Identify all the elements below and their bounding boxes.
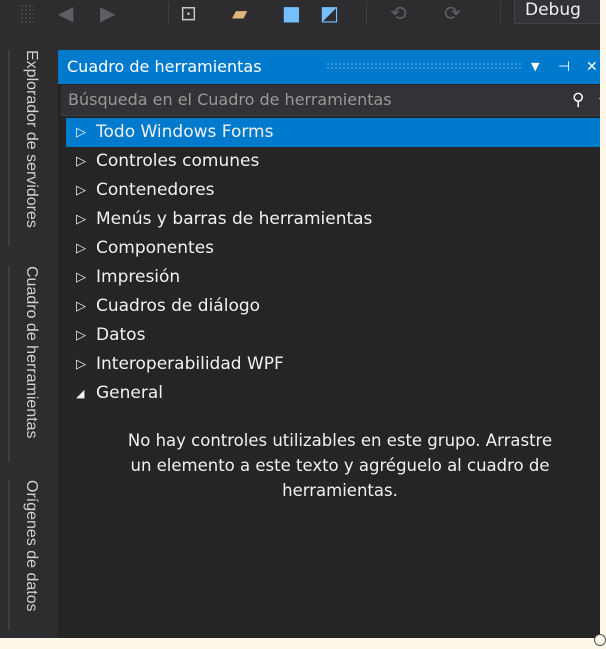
title-bar-grip (326, 62, 522, 70)
group-label: Datos (96, 325, 146, 345)
side-tab-label: Explorador de servidores (23, 50, 40, 228)
expand-arrow-icon[interactable]: ▷ (76, 147, 86, 176)
side-tab-label: Cuadro de herramientas (23, 266, 40, 439)
back-icon[interactable]: ◀ (58, 2, 73, 24)
side-tab-indicator (8, 50, 10, 246)
toolbar-separator (168, 2, 169, 24)
empty-message-line: herramientas. (282, 481, 398, 500)
expand-arrow-icon[interactable]: ▷ (76, 205, 86, 234)
toolbar-grip[interactable] (20, 4, 34, 24)
side-tab-toolbox[interactable]: Cuadro de herramientas (0, 266, 54, 462)
toolbox-group-printing[interactable]: ▷ Impresión (66, 263, 600, 292)
toolbox-group-menus-toolbars[interactable]: ▷ Menús y barras de herramientas (66, 205, 600, 234)
expand-arrow-icon[interactable]: ▷ (76, 176, 86, 205)
toolbox-group-all-windows-forms[interactable]: ▷ Todo Windows Forms (66, 118, 600, 147)
expand-arrow-icon[interactable]: ▷ (76, 118, 86, 147)
open-folder-icon[interactable]: ▰ (232, 2, 247, 24)
expand-arrow-icon[interactable]: ▷ (76, 292, 86, 321)
group-label: Menús y barras de herramientas (96, 209, 373, 229)
side-tab-indicator (8, 266, 10, 462)
toolbox-group-components[interactable]: ▷ Componentes (66, 234, 600, 263)
toolbar-separator (366, 2, 367, 24)
ide-window: ◀ ▶ ⊡ ▰ ■ ◩ ⟲ ⟳ Debug Explorador de serv… (0, 0, 600, 638)
new-item-icon[interactable]: ⊡ (180, 2, 197, 24)
toolbox-group-general[interactable]: ◢ General (66, 379, 600, 408)
group-label: Cuadros de diálogo (96, 296, 261, 316)
expand-arrow-icon[interactable]: ▷ (76, 321, 86, 350)
empty-message-line: un elemento a este texto y agréguelo al … (130, 456, 550, 475)
configuration-value: Debug (525, 0, 581, 20)
toolbox-search-box[interactable]: Búsqueda en el Cuadro de herramientas ⚲ … (61, 85, 600, 116)
group-label: Contenedores (96, 180, 215, 200)
search-input[interactable]: Búsqueda en el Cuadro de herramientas (68, 85, 392, 115)
toolbox-panel: Cuadro de herramientas ▼ ⊣ ✕ Búsqueda en… (58, 50, 600, 638)
toolbox-group-common-controls[interactable]: ▷ Controles comunes (66, 147, 600, 176)
save-all-icon[interactable]: ◩ (320, 2, 339, 24)
forward-icon[interactable]: ▶ (100, 2, 115, 24)
dropdown-icon[interactable]: ▼ (531, 50, 539, 84)
empty-group-message[interactable]: No hay controles utilizables en este gru… (58, 428, 600, 503)
expand-arrow-icon[interactable]: ▷ (76, 234, 86, 263)
panel-title-bar[interactable]: Cuadro de herramientas ▼ ⊣ ✕ (58, 50, 600, 84)
group-label: General (96, 383, 163, 403)
save-icon[interactable]: ■ (282, 2, 301, 24)
undo-icon[interactable]: ⟲ (390, 2, 407, 24)
group-label: Controles comunes (96, 151, 260, 171)
group-label: Componentes (96, 238, 215, 258)
close-icon[interactable]: ✕ (586, 50, 598, 84)
collapse-arrow-icon[interactable]: ◢ (76, 379, 84, 408)
search-icon[interactable]: ⚲ (572, 85, 584, 115)
group-label: Interoperabilidad WPF (96, 354, 284, 374)
side-tab-server-explorer[interactable]: Explorador de servidores (0, 50, 54, 246)
toolbox-group-data[interactable]: ▷ Datos (66, 321, 600, 350)
group-label: Todo Windows Forms (96, 122, 274, 142)
pin-icon[interactable]: ⊣ (558, 50, 570, 84)
side-tab-label: Orígenes de datos (23, 480, 40, 612)
toolbox-group-containers[interactable]: ▷ Contenedores (66, 176, 600, 205)
toolbar-separator (500, 2, 501, 24)
toolbox-group-wpf-interop[interactable]: ▷ Interoperabilidad WPF (66, 350, 600, 379)
redo-icon[interactable]: ⟳ (444, 2, 461, 24)
side-tab-indicator (8, 480, 10, 630)
group-label: Impresión (96, 267, 181, 287)
chevron-down-icon[interactable]: ▾ (599, 85, 600, 115)
page-corner-mark (594, 634, 606, 646)
empty-message-line: No hay controles utilizables en este gru… (127, 431, 553, 450)
panel-title: Cuadro de herramientas (67, 57, 262, 76)
configuration-dropdown[interactable]: Debug (514, 0, 600, 24)
toolbox-group-dialogs[interactable]: ▷ Cuadros de diálogo (66, 292, 600, 321)
expand-arrow-icon[interactable]: ▷ (76, 350, 86, 379)
side-tab-data-sources[interactable]: Orígenes de datos (0, 480, 54, 630)
expand-arrow-icon[interactable]: ▷ (76, 263, 86, 292)
standard-toolbar: ◀ ▶ ⊡ ▰ ■ ◩ ⟲ ⟳ Debug (0, 0, 600, 40)
